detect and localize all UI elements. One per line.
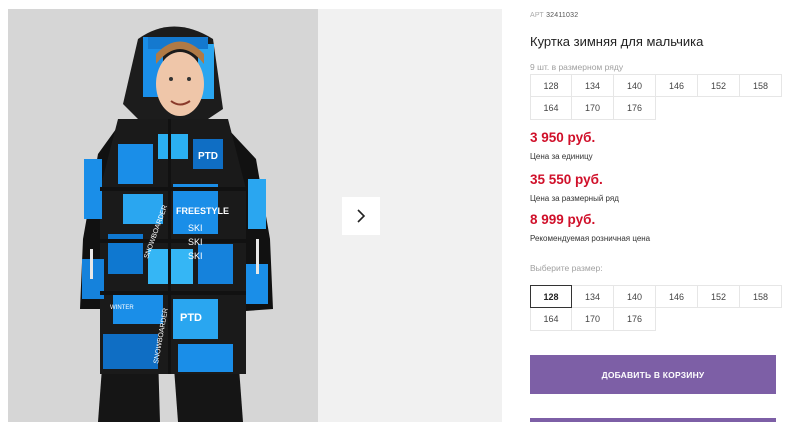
- pack-size-cell: 134: [572, 74, 614, 97]
- pack-size-cell: 128: [530, 74, 572, 97]
- svg-text:WINTER: WINTER: [110, 305, 134, 311]
- size-selector: 128 134 140 146 152 158 164 170 176: [530, 285, 782, 331]
- size-option-selected[interactable]: 128: [530, 285, 572, 308]
- svg-text:SKI: SKI: [188, 223, 203, 233]
- unit-price: 3 950 руб.: [530, 130, 596, 145]
- add-to-cart-button[interactable]: ДОБАВИТЬ В КОРЗИНУ: [530, 355, 776, 394]
- chevron-right-icon: [357, 209, 366, 223]
- pack-size-cell: 164: [530, 97, 572, 120]
- svg-text:SKI: SKI: [188, 251, 203, 261]
- next-image-button[interactable]: [342, 197, 380, 235]
- pack-price-label: Цена за размерный ряд: [530, 194, 619, 203]
- retail-price-label: Рекомендуемая розничная цена: [530, 234, 651, 243]
- size-option[interactable]: 176: [614, 308, 656, 331]
- size-option[interactable]: 146: [656, 285, 698, 308]
- pack-size-cell: 170: [572, 97, 614, 120]
- svg-text:FREESTYLE: FREESTYLE: [176, 206, 229, 216]
- size-option[interactable]: 152: [698, 285, 740, 308]
- pack-size-cell: 158: [740, 74, 782, 97]
- pack-size-cell: 152: [698, 74, 740, 97]
- svg-text:PTD: PTD: [198, 151, 218, 162]
- product-gallery: PTD FREESTYLE SKI SKI SKI SNOWBOARDER WI…: [8, 9, 502, 422]
- choose-size-label: Выберите размер:: [530, 263, 603, 273]
- secondary-button[interactable]: [530, 418, 776, 422]
- retail-price: 8 999 руб.: [530, 212, 596, 227]
- size-option[interactable]: 170: [572, 308, 614, 331]
- article-number: АРТ 32411032: [530, 12, 579, 19]
- svg-text:PTD: PTD: [180, 312, 202, 324]
- pack-size-cell: 146: [656, 74, 698, 97]
- size-option[interactable]: 158: [740, 285, 782, 308]
- unit-price-label: Цена за единицу: [530, 152, 593, 161]
- pack-price: 35 550 руб.: [530, 172, 603, 187]
- pack-size-cell: 176: [614, 97, 656, 120]
- size-option[interactable]: 134: [572, 285, 614, 308]
- svg-text:SKI: SKI: [188, 237, 203, 247]
- pack-note: 9 шт. в размерном ряду: [530, 62, 624, 72]
- product-photo: PTD FREESTYLE SKI SKI SKI SNOWBOARDER WI…: [8, 9, 318, 422]
- pack-size-cell: 140: [614, 74, 656, 97]
- pack-size-grid: 128 134 140 146 152 158 164 170 176: [530, 74, 782, 120]
- size-option[interactable]: 140: [614, 285, 656, 308]
- product-title: Куртка зимняя для мальчика: [530, 34, 704, 49]
- boy-in-jacket-illustration: PTD FREESTYLE SKI SKI SKI SNOWBOARDER WI…: [8, 9, 318, 422]
- size-option[interactable]: 164: [530, 308, 572, 331]
